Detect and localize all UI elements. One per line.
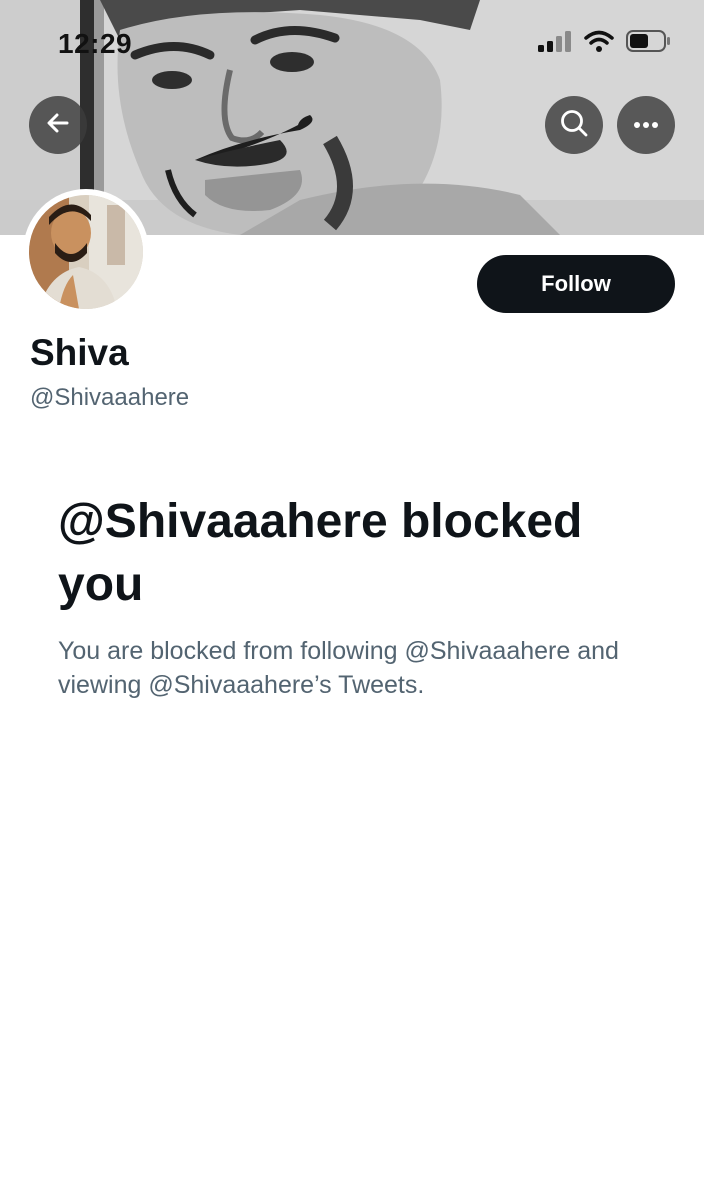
avatar-image xyxy=(29,195,143,309)
search-button[interactable] xyxy=(545,96,603,154)
profile-display-name: Shiva xyxy=(30,332,129,373)
more-horizontal-icon xyxy=(633,116,659,134)
blocked-description: You are blocked from following @Shivaaah… xyxy=(58,637,619,699)
wifi-icon xyxy=(584,30,614,57)
profile-screen: 12:29 Follow Shiva @Shivaaahere @Shivaaa… xyxy=(0,0,704,1200)
avatar[interactable] xyxy=(23,189,149,315)
blocked-title: @Shivaaahere blocked you xyxy=(58,495,583,611)
status-time: 12:29 xyxy=(58,28,133,59)
cellular-signal-icon xyxy=(538,30,572,57)
search-icon xyxy=(559,108,589,143)
battery-icon xyxy=(626,30,672,57)
profile-handle: @Shivaaahere xyxy=(30,384,190,411)
status-icons xyxy=(538,30,672,57)
follow-button[interactable]: Follow xyxy=(477,255,675,313)
status-bar: 12:29 xyxy=(0,0,704,90)
back-button[interactable] xyxy=(29,96,87,154)
arrow-left-icon xyxy=(45,110,71,141)
more-options-button[interactable] xyxy=(617,96,675,154)
